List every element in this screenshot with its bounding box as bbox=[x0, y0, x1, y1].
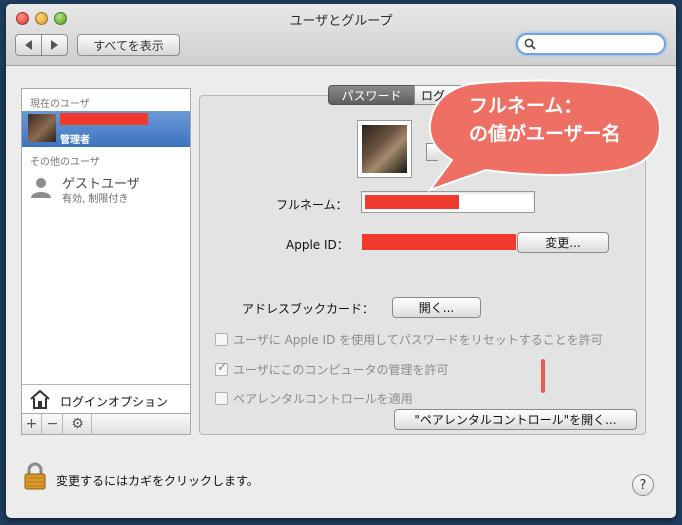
home-icon bbox=[30, 389, 50, 409]
open-parental-controls-button[interactable]: "ペアレンタルコントロール"を開く... bbox=[394, 409, 637, 430]
full-name-label: フルネーム： bbox=[276, 198, 348, 212]
lock-message: 変更するにはカギをクリックします。 bbox=[56, 474, 259, 488]
forward-arrow-icon bbox=[51, 40, 58, 50]
admin-checkbox[interactable]: ✓ bbox=[215, 360, 228, 376]
parental-control-checkbox[interactable] bbox=[215, 392, 228, 405]
redacted-full-name bbox=[365, 195, 459, 209]
remove-user-button[interactable]: − bbox=[43, 414, 63, 434]
open-address-card-button[interactable]: 開く... bbox=[392, 297, 481, 318]
help-button[interactable]: ? bbox=[632, 474, 654, 496]
user-photo bbox=[362, 125, 407, 173]
avatar bbox=[28, 114, 56, 142]
user-settings-panel bbox=[199, 95, 646, 435]
lock-icon[interactable] bbox=[24, 462, 46, 490]
show-all-button[interactable]: すべてを表示 bbox=[77, 34, 180, 56]
reset-password-checkbox-label: ユーザに Apple ID を使用してパスワードをリセットすることを許可 bbox=[233, 333, 603, 347]
redacted-user-name bbox=[60, 113, 148, 125]
search-input[interactable] bbox=[538, 37, 658, 51]
tab-login-items[interactable]: ログイ bbox=[414, 85, 474, 105]
guest-user-status: 有効, 制限付き bbox=[62, 194, 129, 205]
login-options-item[interactable]: ログインオプション bbox=[21, 384, 191, 414]
current-user-row[interactable]: 管理者 bbox=[22, 111, 190, 147]
user-list: 現在のユーザ 管理者 その他のユーザ ゲストユーザ 有効, 制限付き bbox=[21, 88, 191, 385]
back-arrow-icon bbox=[25, 40, 32, 50]
reset-password-button[interactable] bbox=[426, 143, 438, 161]
search-field[interactable] bbox=[516, 33, 666, 55]
address-book-label: アドレスブックカード： bbox=[242, 302, 375, 316]
user-role-label: 管理者 bbox=[60, 135, 90, 146]
forward-button[interactable] bbox=[41, 34, 68, 56]
login-options-label: ログインオプション bbox=[60, 395, 169, 409]
full-name-field[interactable] bbox=[361, 191, 535, 213]
user-list-toolbar: + − ⚙ bbox=[21, 414, 191, 435]
parental-control-checkbox-row[interactable]: ペアレンタルコントロールを適用 bbox=[215, 390, 413, 407]
annotation-mark bbox=[541, 359, 545, 393]
guest-user-icon bbox=[31, 178, 51, 198]
parental-control-checkbox-label: ペアレンタルコントロールを適用 bbox=[233, 392, 413, 406]
window-title: ユーザとグループ bbox=[289, 14, 393, 29]
apple-id-label: Apple ID： bbox=[286, 238, 349, 252]
admin-checkbox-label: ユーザにこのコンピュータの管理を許可 bbox=[233, 363, 449, 377]
change-apple-id-button[interactable]: 変更... bbox=[517, 232, 609, 253]
add-user-button[interactable]: + bbox=[22, 414, 42, 434]
toolbar: ユーザとグループ すべてを表示 bbox=[6, 4, 676, 66]
search-icon bbox=[524, 38, 536, 50]
user-picture[interactable] bbox=[357, 120, 412, 178]
checkmark-icon: ✓ bbox=[217, 360, 228, 375]
back-button[interactable] bbox=[15, 34, 42, 56]
reset-password-checkbox-row[interactable]: ユーザに Apple ID を使用してパスワードをリセットすることを許可 bbox=[215, 331, 603, 348]
other-users-header: その他のユーザ bbox=[30, 157, 100, 168]
reset-password-checkbox[interactable] bbox=[215, 333, 228, 346]
redacted-apple-id bbox=[362, 234, 516, 250]
action-menu-button[interactable]: ⚙ bbox=[64, 414, 92, 434]
admin-checkbox-row[interactable]: ✓ ユーザにこのコンピュータの管理を許可 bbox=[215, 360, 449, 378]
current-users-header: 現在のユーザ bbox=[30, 99, 90, 110]
tab-password[interactable]: パスワード bbox=[328, 85, 415, 105]
gear-icon: ⚙ bbox=[71, 416, 84, 432]
